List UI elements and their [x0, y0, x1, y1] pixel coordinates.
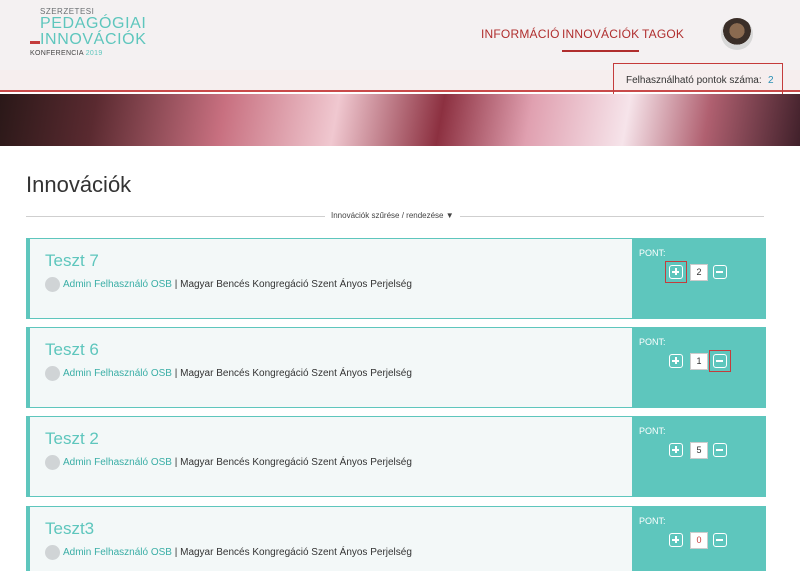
points-input[interactable]: 2 — [690, 264, 708, 281]
filter-sort-toggle[interactable]: Innovációk szűrése / rendezése ▼ — [325, 211, 460, 220]
points-label: Felhasználható pontok száma: — [626, 75, 762, 86]
points-panel: PONT: 0 — [632, 506, 766, 571]
innovation-card: Teszt 7 Admin Felhasználó OSB | Magyar B… — [26, 238, 766, 319]
innovation-card: Teszt 2 Admin Felhasználó OSB | Magyar B… — [26, 416, 766, 497]
plus-square-icon[interactable] — [669, 443, 683, 457]
user-avatar-icon — [45, 277, 60, 292]
card-organization: | Magyar Bencés Kongregáció Szent Ányos … — [171, 368, 412, 380]
points-input[interactable]: 5 — [690, 442, 708, 459]
nav-informacio[interactable]: INFORMÁCIÓ — [481, 27, 560, 41]
points-panel: PONT: 5 — [632, 416, 766, 497]
minus-highlight-box — [709, 350, 731, 372]
points-value: 2 — [768, 75, 774, 86]
user-avatar-icon — [45, 545, 60, 560]
card-meta: Admin Felhasználó OSB | Magyar Bencés Ko… — [45, 455, 412, 470]
points-panel-label: PONT: — [639, 426, 666, 436]
card-author-link[interactable]: Admin Felhasználó OSB — [63, 547, 172, 558]
card-title[interactable]: Teszt3 — [45, 519, 94, 539]
user-avatar-icon — [45, 366, 60, 381]
points-panel-label: PONT: — [639, 337, 666, 347]
nav-innovaciok[interactable]: INNOVÁCIÓK — [562, 27, 640, 52]
logo-year: 2019 — [85, 50, 103, 57]
card-organization: | Magyar Bencés Kongregáció Szent Ányos … — [171, 547, 412, 559]
points-input[interactable]: 1 — [690, 353, 708, 370]
hero-banner — [0, 94, 800, 146]
card-title[interactable]: Teszt 7 — [45, 251, 99, 271]
points-panel: PONT: 1 — [632, 327, 766, 408]
plus-square-icon[interactable] — [669, 354, 683, 368]
logo-line-4: KONFERENCIA 2019 — [30, 50, 103, 57]
innovation-card: Teszt3 Admin Felhasználó OSB | Magyar Be… — [26, 506, 766, 571]
nav-tagok[interactable]: TAGOK — [642, 27, 684, 41]
innovation-card: Teszt 6 Admin Felhasználó OSB | Magyar B… — [26, 327, 766, 408]
points-input[interactable]: 0 — [690, 532, 708, 549]
logo-dash — [30, 41, 40, 44]
minus-square-icon[interactable] — [713, 265, 727, 279]
card-organization: | Magyar Bencés Kongregáció Szent Ányos … — [171, 279, 412, 291]
card-title[interactable]: Teszt 6 — [45, 340, 99, 360]
plus-square-icon[interactable] — [669, 533, 683, 547]
points-panel: PONT: 2 — [632, 238, 766, 319]
page-title: Innovációk — [26, 172, 132, 197]
card-author-link[interactable]: Admin Felhasználó OSB — [63, 279, 172, 290]
user-avatar-icon — [45, 455, 60, 470]
user-avatar[interactable] — [721, 18, 753, 50]
card-meta: Admin Felhasználó OSB | Magyar Bencés Ko… — [45, 366, 412, 381]
minus-square-icon[interactable] — [713, 533, 727, 547]
card-organization: | Magyar Bencés Kongregáció Szent Ányos … — [171, 457, 412, 469]
points-panel-label: PONT: — [639, 248, 666, 258]
logo-word: KONFERENCIA — [30, 50, 84, 57]
card-meta: Admin Felhasználó OSB | Magyar Bencés Ko… — [45, 277, 412, 292]
site-header: SZERZETESI PEDAGÓGIAI INNOVÁCIÓK KONFERE… — [0, 0, 800, 70]
plus-highlight-box — [665, 261, 687, 283]
card-title[interactable]: Teszt 2 — [45, 429, 99, 449]
logo-line-3: INNOVÁCIÓK — [40, 31, 147, 48]
card-meta: Admin Felhasználó OSB | Magyar Bencés Ko… — [45, 545, 412, 560]
card-author-link[interactable]: Admin Felhasználó OSB — [63, 368, 172, 379]
minus-square-icon[interactable] — [713, 443, 727, 457]
points-panel-label: PONT: — [639, 516, 666, 526]
card-author-link[interactable]: Admin Felhasználó OSB — [63, 457, 172, 468]
